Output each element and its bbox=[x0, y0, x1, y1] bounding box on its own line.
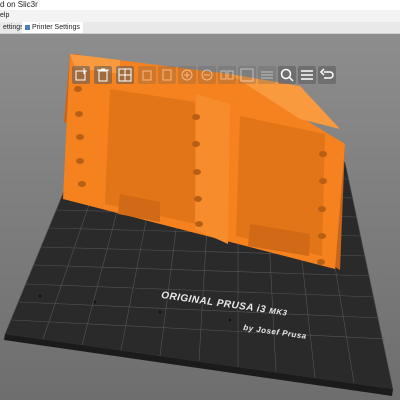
menu-item-help[interactable]: elp bbox=[0, 10, 9, 22]
copy-icon bbox=[142, 70, 152, 81]
hamburger-menu-icon bbox=[301, 70, 313, 80]
undo-icon bbox=[319, 68, 334, 79]
menu-button[interactable] bbox=[298, 66, 316, 84]
split-objects-icon bbox=[220, 70, 234, 80]
window-titlebar: d on Slic3r bbox=[0, 0, 400, 10]
tab-label: Printer Settings bbox=[32, 24, 80, 31]
copy-button[interactable] bbox=[138, 66, 156, 84]
menu-bar: elp bbox=[0, 10, 400, 22]
remove-instance-icon bbox=[201, 69, 213, 81]
scene-toolbar bbox=[66, 64, 336, 86]
add-button[interactable] bbox=[72, 66, 90, 84]
arrange-icon bbox=[118, 68, 132, 82]
undo-button[interactable] bbox=[318, 66, 336, 84]
tab-label: ettings bbox=[3, 24, 24, 31]
delete-button[interactable] bbox=[94, 66, 112, 84]
paste-button[interactable] bbox=[158, 66, 176, 84]
printer-icon bbox=[25, 24, 30, 30]
delete-icon bbox=[97, 68, 109, 82]
search-button[interactable] bbox=[278, 66, 296, 84]
remove-instance-button[interactable] bbox=[198, 66, 216, 84]
tab-bar: ettings Printer Settings bbox=[0, 22, 400, 34]
3d-viewport[interactable]: ORIGINAL PRUSA i3 MK3 by Josef Prusa bbox=[0, 34, 400, 400]
scene-render bbox=[4, 54, 394, 396]
search-icon bbox=[280, 68, 294, 82]
layers-editing-icon bbox=[261, 71, 273, 79]
tab-printer-settings[interactable]: Printer Settings bbox=[22, 22, 83, 33]
split-parts-button[interactable] bbox=[238, 66, 256, 84]
split-objects-button[interactable] bbox=[218, 66, 236, 84]
arrange-button[interactable] bbox=[116, 66, 134, 84]
add-instance-icon bbox=[181, 69, 193, 81]
add-object-icon bbox=[75, 68, 87, 81]
split-parts-icon bbox=[240, 68, 254, 82]
bed-label-mk: MK3 bbox=[268, 306, 289, 318]
paste-icon bbox=[162, 69, 172, 81]
window-title: d on Slic3r bbox=[0, 0, 38, 9]
add-instance-button[interactable] bbox=[178, 66, 196, 84]
layers-editing-button[interactable] bbox=[258, 66, 276, 84]
